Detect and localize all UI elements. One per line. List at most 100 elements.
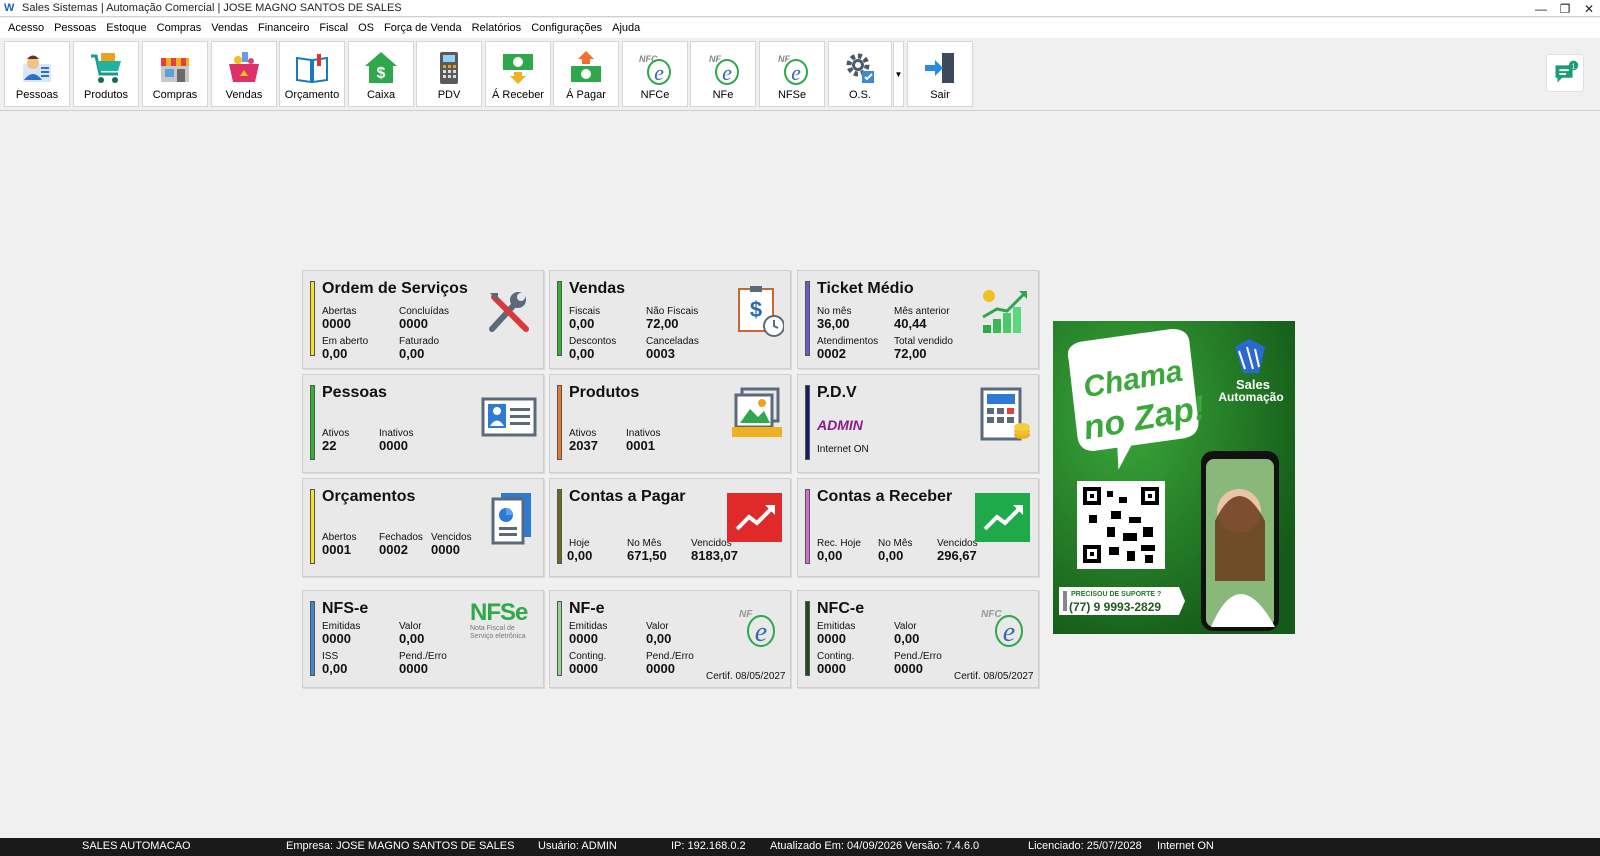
toolbar-label: Á Receber	[492, 89, 544, 101]
card-value: 0,00	[817, 548, 843, 563]
close-button[interactable]: ✕	[1582, 2, 1596, 16]
card-value: 0000	[399, 661, 428, 676]
card-value: 8183,07	[691, 548, 738, 563]
card-nfe[interactable]: NF-e Emitidas 0000 Valor 0,00 Conting. 0…	[549, 590, 791, 688]
svg-text:e: e	[722, 60, 732, 85]
status-empresa: Empresa: JOSE MAGNO SANTOS DE SALES	[286, 840, 515, 852]
status-ip: IP: 192.168.0.2	[671, 840, 746, 852]
menu-acesso[interactable]: Acesso	[3, 22, 49, 34]
toolbar-label: Sair	[930, 89, 950, 101]
nfse-logo-sub1: Nota Fiscal de	[470, 625, 515, 632]
card-title: Produtos	[569, 384, 640, 401]
chat-badge: 1	[1571, 61, 1575, 70]
ad-phone: (77) 9 9993-2829	[1069, 600, 1162, 614]
svg-text:$: $	[377, 65, 386, 82]
ad-support-label: PRECISOU DE SUPORTE ?	[1071, 591, 1162, 598]
card-ticket-medio[interactable]: Ticket Médio No mês 36,00 Mês anterior 4…	[797, 270, 1039, 369]
status-bar: SALES AUTOMACAO Empresa: JOSE MAGNO SANT…	[0, 838, 1600, 856]
card-title: Ordem de Serviços	[322, 280, 468, 297]
id-card-icon	[481, 397, 537, 437]
menu-fiscal[interactable]: Fiscal	[314, 22, 353, 34]
card-value: 0000	[379, 438, 408, 453]
support-advertisement[interactable]: Chama no Zap! Sales Automação PRECISOU D…	[1053, 321, 1295, 634]
card-value: 72,00	[894, 346, 927, 361]
svg-text:NF: NF	[739, 609, 753, 620]
toolbar-button-sair[interactable]: Sair	[907, 41, 973, 107]
toolbar-button-produtos[interactable]: Produtos	[73, 41, 139, 107]
card-nfse[interactable]: NFS-e Emitidas 0000 Valor 0,00 ISS 0,00 …	[302, 590, 544, 688]
pos-terminal-icon	[440, 52, 458, 84]
toolbar-label: O.S.	[848, 89, 871, 101]
menu-configuracoes[interactable]: Configurações	[526, 22, 607, 34]
toolbar: Pessoas Produtos Compras Vendas Orçament…	[0, 38, 1600, 111]
card-vendas[interactable]: Vendas Fiscais 0,00 Não Fiscais 72,00 De…	[549, 270, 791, 369]
money-out-icon	[571, 51, 601, 82]
card-pdv[interactable]: P.D.V ADMIN Internet ON	[797, 374, 1039, 473]
card-accent-bar	[557, 281, 562, 356]
card-value: 0001	[626, 438, 655, 453]
trend-red-icon	[727, 493, 782, 542]
card-nfce[interactable]: NFC-e Emitidas 0000 Valor 0,00 Conting. …	[797, 590, 1039, 688]
card-value: 36,00	[817, 316, 850, 331]
nfse-logo-text: NFSe	[470, 599, 528, 626]
card-accent-bar	[310, 489, 315, 564]
toolbar-button-a-receber[interactable]: Á Receber	[485, 41, 551, 107]
report-icon	[491, 493, 531, 545]
minimize-button[interactable]: —	[1534, 2, 1548, 16]
card-contas-pagar[interactable]: Contas a Pagar Hoje 0,00 No Mês 671,50 V…	[549, 478, 791, 577]
gear-icon	[846, 53, 874, 83]
card-ordem-servicos[interactable]: Ordem de Serviços Abertas 0000 Concluída…	[302, 270, 544, 369]
toolbar-label: NFe	[712, 89, 734, 101]
card-value: 0,00	[399, 346, 425, 361]
toolbar-label: Orçamento	[284, 89, 340, 101]
toolbar-button-nfce[interactable]: NFC e NFCe	[622, 41, 688, 107]
toolbar-label: PDV	[437, 89, 461, 101]
menu-pessoas[interactable]: Pessoas	[49, 22, 101, 34]
card-value: 0,00	[569, 346, 595, 361]
toolbar-button-os[interactable]: O.S.	[828, 41, 892, 107]
card-title: Ticket Médio	[817, 280, 914, 297]
card-value: 0,00	[894, 631, 920, 646]
chat-icon: 1	[1555, 60, 1579, 83]
toolbar-button-vendas[interactable]: Vendas	[211, 41, 277, 107]
os-dropdown-arrow-icon[interactable]: ▼	[893, 41, 904, 107]
maximize-button[interactable]: ❐	[1558, 2, 1572, 16]
store-icon	[161, 58, 189, 82]
card-contas-receber[interactable]: Contas a Receber Rec. Hoje 0,00 No Mês 0…	[797, 478, 1039, 577]
card-value: 0000	[569, 631, 598, 646]
toolbar-button-pdv[interactable]: PDV	[416, 41, 482, 107]
menu-relatorios[interactable]: Relatórios	[467, 22, 527, 34]
toolbar-button-nfse[interactable]: NF e NFSe	[759, 41, 825, 107]
toolbar-button-nfe[interactable]: NF e NFe	[690, 41, 756, 107]
nfse-icon: NF e	[778, 54, 808, 85]
title-bar: W Sales Sistemas | Automação Comercial |…	[0, 0, 1600, 17]
card-title: Vendas	[569, 280, 626, 297]
toolbar-button-a-pagar[interactable]: Á Pagar	[553, 41, 619, 107]
menu-forca-de-venda[interactable]: Força de Venda	[379, 22, 467, 34]
status-atualizado: Atualizado Em: 04/09/2026 Versão: 7.4.6.…	[770, 840, 980, 852]
toolbar-button-caixa[interactable]: $ Caixa	[348, 41, 414, 107]
menu-os[interactable]: OS	[353, 22, 379, 34]
card-produtos[interactable]: Produtos Ativos 2037 Inativos 0001	[549, 374, 791, 473]
menu-financeiro[interactable]: Financeiro	[253, 22, 314, 34]
menu-compras[interactable]: Compras	[152, 22, 207, 34]
card-value: 0,00	[567, 548, 593, 563]
toolbar-button-pessoas[interactable]: Pessoas	[4, 41, 70, 107]
chat-button[interactable]: 1	[1546, 54, 1584, 92]
card-title: P.D.V	[817, 384, 857, 401]
card-title: NF-e	[569, 600, 605, 617]
card-value: 0,00	[399, 631, 425, 646]
menu-vendas[interactable]: Vendas	[206, 22, 253, 34]
toolbar-button-orcamento[interactable]: Orçamento	[279, 41, 345, 107]
card-value: 72,00	[646, 316, 679, 331]
toolbar-button-compras[interactable]: Compras	[142, 41, 208, 107]
menu-estoque[interactable]: Estoque	[101, 22, 151, 34]
calculator-icon	[980, 387, 1030, 441]
card-orcamentos[interactable]: Orçamentos Abertos 0001 Fechados 0002 Ve…	[302, 478, 544, 577]
nfe-icon: NF e	[709, 54, 739, 85]
card-pessoas[interactable]: Pessoas Ativos 22 Inativos 0000	[302, 374, 544, 473]
card-value: 671,50	[627, 548, 667, 563]
nfce-icon: NFC e	[639, 54, 671, 85]
card-value: 0,00	[646, 631, 672, 646]
menu-ajuda[interactable]: Ajuda	[607, 22, 645, 34]
